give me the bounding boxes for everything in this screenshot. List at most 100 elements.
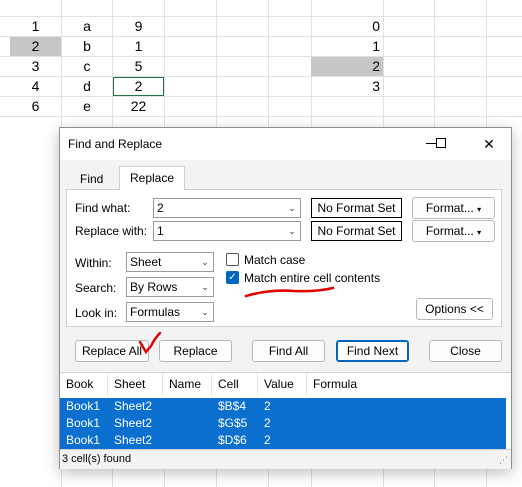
col-header-cell[interactable]: Cell — [212, 373, 258, 396]
col-header-name[interactable]: Name — [163, 373, 212, 396]
table-row[interactable]: Book1 Sheet2 $G$5 2 — [60, 415, 506, 432]
find-format-button[interactable]: Format... ▾ — [412, 197, 495, 219]
results-list[interactable]: Book Sheet Name Cell Value Formula Book1… — [60, 372, 511, 449]
cell-c[interactable]: a — [62, 17, 112, 36]
cell-b[interactable]: 4 — [10, 77, 61, 96]
table-row[interactable]: Book1 Sheet2 $D$6 2 — [60, 432, 506, 449]
maximize-button[interactable] — [425, 128, 457, 160]
look-in-value: Formulas — [130, 305, 181, 319]
tab-replace[interactable]: Replace — [119, 166, 186, 190]
find-what-combo[interactable]: 2 ⌄ — [153, 198, 301, 218]
row-sheet: Sheet2 — [114, 433, 153, 447]
cell-b-selected[interactable]: 2 — [10, 37, 61, 56]
match-case-label: Match case — [244, 253, 306, 267]
close-icon: ✕ — [483, 136, 495, 152]
match-case-checkbox[interactable] — [226, 253, 239, 266]
replace-with-value: 1 — [157, 224, 164, 238]
row-value: 2 — [264, 399, 271, 413]
row-value: 2 — [264, 416, 271, 430]
cell-d[interactable]: 1 — [113, 37, 164, 56]
cell-b[interactable]: 6 — [10, 97, 61, 116]
chevron-down-icon: ⌄ — [288, 226, 296, 236]
replace-format-button[interactable]: Format... ▾ — [412, 220, 495, 242]
status-text: 3 cell(s) found — [62, 453, 132, 465]
row-cell: $G$5 — [218, 416, 248, 430]
col-header-sheet[interactable]: Sheet — [108, 373, 163, 396]
cell-c[interactable]: c — [62, 57, 112, 76]
look-in-label: Look in: — [75, 306, 118, 320]
cell-c[interactable]: b — [62, 37, 112, 56]
tab-find-label: Find — [80, 172, 104, 186]
table-row[interactable]: Book1 Sheet2 $B$4 2 — [60, 398, 506, 415]
dialog-titlebar[interactable]: Find and Replace ✕ — [60, 128, 511, 160]
cell-g[interactable]: 3 — [311, 77, 383, 96]
replace-button[interactable]: Replace — [159, 340, 232, 362]
find-next-button[interactable]: Find Next — [336, 340, 409, 362]
chevron-down-icon: ⌄ — [201, 307, 209, 317]
close-window-button[interactable]: ✕ — [473, 128, 505, 160]
cell-d[interactable]: 5 — [113, 57, 164, 76]
search-label: Search: — [75, 281, 117, 295]
within-select[interactable]: Sheet ⌄ — [126, 252, 214, 272]
cell-d[interactable]: 9 — [113, 17, 164, 36]
look-in-select[interactable]: Formulas ⌄ — [126, 302, 214, 322]
chevron-down-icon: ⌄ — [201, 257, 209, 267]
find-what-label: Find what: — [75, 201, 131, 215]
find-all-label: Find All — [268, 344, 309, 358]
row-cell: $D$6 — [218, 433, 247, 447]
find-format-preview: No Format Set — [311, 198, 402, 218]
dropdown-arrow-icon: ▾ — [477, 228, 482, 237]
match-entire-label: Match entire cell contents — [244, 271, 381, 285]
cell-b[interactable]: 3 — [10, 57, 61, 76]
dropdown-arrow-icon: ▾ — [477, 205, 482, 214]
cell-c[interactable]: d — [62, 77, 112, 96]
row-value: 2 — [264, 433, 271, 447]
row-cell: $B$4 — [218, 399, 247, 413]
replace-with-label: Replace with: — [75, 224, 148, 238]
close-label: Close — [450, 344, 481, 358]
replace-with-combo[interactable]: 1 ⌄ — [153, 221, 301, 241]
cell-g[interactable]: 1 — [311, 37, 383, 56]
checkmark-icon: ✓ — [228, 272, 237, 283]
row-book: Book1 — [66, 416, 101, 430]
replace-format-preview: No Format Set — [311, 221, 402, 241]
col-header-formula[interactable]: Formula — [307, 373, 506, 396]
replace-format-label: Format... — [425, 224, 474, 238]
match-entire-checkbox[interactable]: ✓ — [226, 271, 239, 284]
row-book: Book1 — [66, 399, 101, 413]
cell-c[interactable]: e — [62, 97, 112, 116]
tab-replace-label: Replace — [130, 171, 175, 185]
find-replace-dialog: Find and Replace ✕ Find Replace Find wha… — [59, 127, 512, 469]
find-next-label: Find Next — [346, 344, 399, 358]
col-header-value[interactable]: Value — [258, 373, 307, 396]
search-value: By Rows — [130, 280, 178, 294]
options-label: Options << — [425, 302, 484, 316]
cell-d[interactable]: 22 — [113, 97, 164, 116]
row-sheet: Sheet2 — [114, 416, 153, 430]
resize-grip-icon[interactable]: ⋰ — [499, 455, 508, 466]
cell-d-active[interactable]: 2 — [113, 77, 164, 96]
col-header-book[interactable]: Book — [60, 373, 108, 396]
within-label: Within: — [75, 256, 112, 270]
options-button[interactable]: Options << — [416, 298, 493, 320]
chevron-down-icon: ⌄ — [288, 203, 296, 213]
grid-line — [0, 116, 522, 117]
cell-g[interactable]: 0 — [311, 17, 383, 36]
cell-g-selected[interactable]: 2 — [311, 57, 383, 76]
replace-all-button[interactable]: Replace All — [75, 340, 149, 362]
within-value: Sheet — [130, 255, 162, 269]
maximize-icon — [436, 138, 446, 148]
find-what-value: 2 — [157, 201, 164, 215]
close-button[interactable]: Close — [429, 340, 502, 362]
chevron-down-icon: ⌄ — [201, 282, 209, 292]
cell-b[interactable]: 1 — [10, 17, 61, 36]
find-format-label: Format... — [425, 201, 474, 215]
row-book: Book1 — [66, 433, 101, 447]
row-sheet: Sheet2 — [114, 399, 153, 413]
replace-label: Replace — [173, 344, 218, 358]
tab-find[interactable]: Find — [70, 168, 113, 190]
status-bar: 3 cell(s) found ⋰ — [60, 449, 511, 469]
find-all-button[interactable]: Find All — [252, 340, 325, 362]
replace-all-label: Replace All — [81, 344, 143, 358]
search-select[interactable]: By Rows ⌄ — [126, 277, 214, 297]
